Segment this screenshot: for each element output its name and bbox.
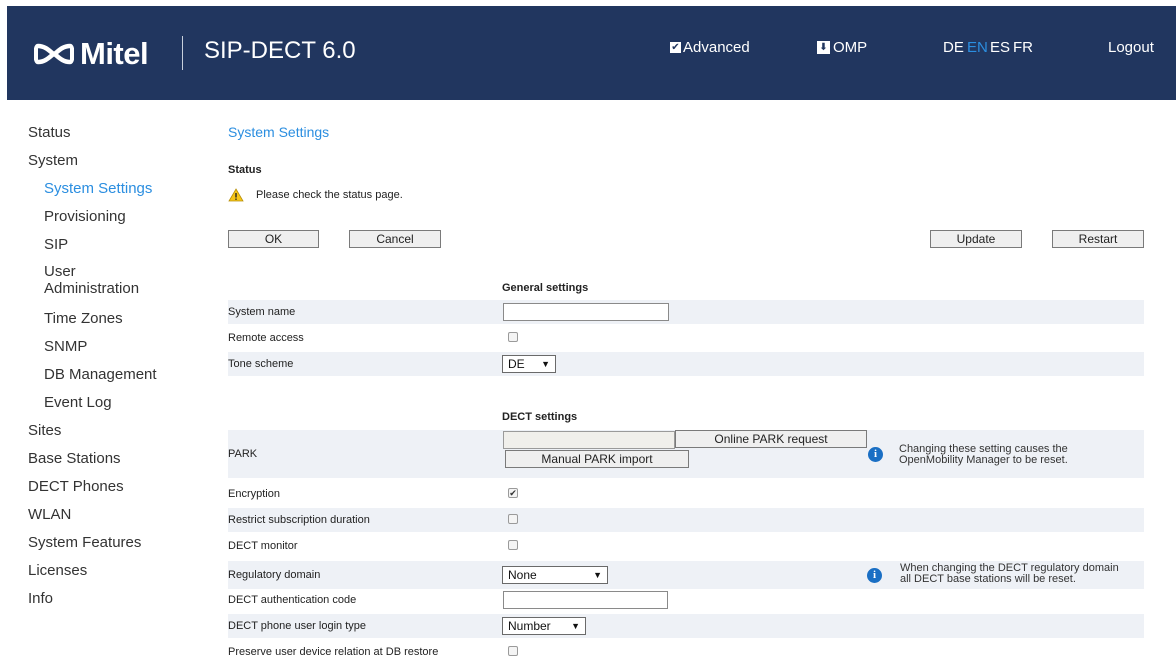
sidebar-item-dect-phones[interactable]: DECT Phones bbox=[28, 478, 124, 495]
dropdown-arrow-icon: ▼ bbox=[571, 621, 580, 631]
system-name-row: System name bbox=[228, 300, 1144, 324]
regulatory-domain-label: Regulatory domain bbox=[228, 569, 321, 581]
regulatory-domain-row: Regulatory domain None ▼ i When changing… bbox=[228, 561, 1144, 589]
status-message[interactable]: Please check the status page. bbox=[228, 188, 403, 202]
language-de[interactable]: DE bbox=[943, 39, 964, 56]
logout-link[interactable]: Logout bbox=[1108, 39, 1154, 56]
restart-button[interactable]: Restart bbox=[1052, 230, 1144, 248]
general-settings-heading: General settings bbox=[502, 282, 589, 294]
auth-code-label: DECT authentication code bbox=[228, 594, 357, 606]
download-icon: ⬇ bbox=[817, 41, 830, 54]
auth-code-input[interactable] bbox=[503, 591, 668, 609]
page-title: System Settings bbox=[228, 124, 330, 140]
cancel-button[interactable]: Cancel bbox=[349, 230, 441, 248]
sidebar-item-licenses[interactable]: Licenses bbox=[28, 562, 87, 579]
park-row: PARK Online PARK request Manual PARK imp… bbox=[228, 430, 1144, 478]
sidebar-item-system-features[interactable]: System Features bbox=[28, 534, 141, 551]
tone-scheme-value: DE bbox=[508, 357, 525, 371]
dect-settings-heading: DECT settings bbox=[502, 411, 578, 423]
encryption-label: Encryption bbox=[228, 488, 280, 500]
language-fr[interactable]: FR bbox=[1013, 39, 1033, 56]
sidebar-item-info[interactable]: Info bbox=[28, 590, 53, 607]
header-divider bbox=[182, 36, 183, 70]
sidebar-item-base-stations[interactable]: Base Stations bbox=[28, 450, 121, 467]
top-header: Mitel SIP-DECT 6.0 ✔ Advanced ⬇ OMP DE E… bbox=[7, 6, 1176, 100]
sidebar-item-snmp[interactable]: SNMP bbox=[44, 338, 87, 355]
encryption-row: Encryption ✔ bbox=[228, 482, 1144, 506]
dropdown-arrow-icon: ▼ bbox=[593, 570, 602, 580]
preserve-relation-row: Preserve user device relation at DB rest… bbox=[228, 640, 1144, 664]
sidebar-item-status[interactable]: Status bbox=[28, 124, 71, 141]
sidebar-item-time-zones[interactable]: Time Zones bbox=[44, 310, 123, 327]
brand-name: Mitel bbox=[80, 36, 149, 71]
regulatory-note-line2: all DECT base stations will be reset. bbox=[900, 573, 1076, 585]
system-name-input[interactable] bbox=[503, 303, 669, 321]
park-note-line2: OpenMobility Manager to be reset. bbox=[899, 454, 1068, 466]
manual-park-import-button[interactable]: Manual PARK import bbox=[505, 450, 689, 468]
online-park-request-button[interactable]: Online PARK request bbox=[675, 430, 867, 448]
login-type-row: DECT phone user login type Number ▼ bbox=[228, 614, 1144, 638]
park-input[interactable] bbox=[503, 431, 675, 449]
login-type-select[interactable]: Number ▼ bbox=[502, 617, 586, 635]
product-title: SIP-DECT 6.0 bbox=[204, 37, 356, 64]
system-name-label: System name bbox=[228, 306, 296, 318]
restrict-subscription-checkbox[interactable] bbox=[508, 514, 518, 524]
remote-access-checkbox[interactable] bbox=[508, 332, 518, 342]
sidebar-item-system[interactable]: System bbox=[28, 152, 78, 169]
sidebar-item-provisioning[interactable]: Provisioning bbox=[44, 208, 126, 225]
park-label: PARK bbox=[228, 448, 258, 460]
checkbox-icon: ✔ bbox=[670, 42, 681, 53]
advanced-label: Advanced bbox=[683, 39, 750, 56]
omp-download-link[interactable]: ⬇ OMP bbox=[817, 39, 867, 56]
encryption-checkbox[interactable]: ✔ bbox=[508, 488, 518, 498]
tone-scheme-select[interactable]: DE ▼ bbox=[502, 355, 556, 373]
dect-monitor-row: DECT monitor bbox=[228, 534, 1144, 558]
auth-code-row: DECT authentication code bbox=[228, 588, 1144, 612]
status-message-text: Please check the status page. bbox=[256, 189, 403, 201]
preserve-relation-label: Preserve user device relation at DB rest… bbox=[228, 646, 439, 658]
tone-scheme-label: Tone scheme bbox=[228, 358, 294, 370]
dect-monitor-label: DECT monitor bbox=[228, 540, 298, 552]
login-type-label: DECT phone user login type bbox=[228, 620, 366, 632]
regulatory-domain-select[interactable]: None ▼ bbox=[502, 566, 608, 584]
sidebar-item-user-administration-line2[interactable]: Administration bbox=[44, 281, 139, 297]
tone-scheme-row: Tone scheme DE ▼ bbox=[228, 352, 1144, 376]
login-type-value: Number bbox=[508, 619, 551, 633]
remote-access-label: Remote access bbox=[228, 332, 304, 344]
omp-label: OMP bbox=[833, 39, 868, 56]
warning-icon bbox=[228, 188, 244, 202]
language-en[interactable]: EN bbox=[967, 39, 988, 56]
ok-button[interactable]: OK bbox=[228, 230, 319, 248]
sidebar-item-event-log[interactable]: Event Log bbox=[44, 394, 112, 411]
sidebar-item-wlan[interactable]: WLAN bbox=[28, 506, 71, 523]
language-es[interactable]: ES bbox=[990, 39, 1010, 56]
sidebar-item-sites[interactable]: Sites bbox=[28, 422, 61, 439]
sidebar-item-system-settings[interactable]: System Settings bbox=[44, 180, 152, 197]
advanced-toggle[interactable]: ✔ Advanced bbox=[670, 39, 750, 56]
sidebar-item-sip[interactable]: SIP bbox=[44, 236, 68, 253]
sidebar-item-user-administration-line1[interactable]: User bbox=[44, 264, 76, 280]
sidebar-item-db-management[interactable]: DB Management bbox=[44, 366, 157, 383]
mitel-logo-icon bbox=[34, 43, 74, 65]
preserve-relation-checkbox[interactable] bbox=[508, 646, 518, 656]
restrict-subscription-row: Restrict subscription duration bbox=[228, 508, 1144, 532]
restrict-subscription-label: Restrict subscription duration bbox=[228, 514, 370, 526]
update-button[interactable]: Update bbox=[930, 230, 1022, 248]
status-heading: Status bbox=[228, 164, 262, 176]
info-icon: i bbox=[867, 568, 882, 583]
dropdown-arrow-icon: ▼ bbox=[541, 359, 550, 369]
dect-monitor-checkbox[interactable] bbox=[508, 540, 518, 550]
mitel-logo[interactable]: Mitel bbox=[34, 36, 149, 72]
regulatory-domain-value: None bbox=[508, 568, 537, 582]
info-icon: i bbox=[868, 447, 883, 462]
remote-access-row: Remote access bbox=[228, 326, 1144, 350]
